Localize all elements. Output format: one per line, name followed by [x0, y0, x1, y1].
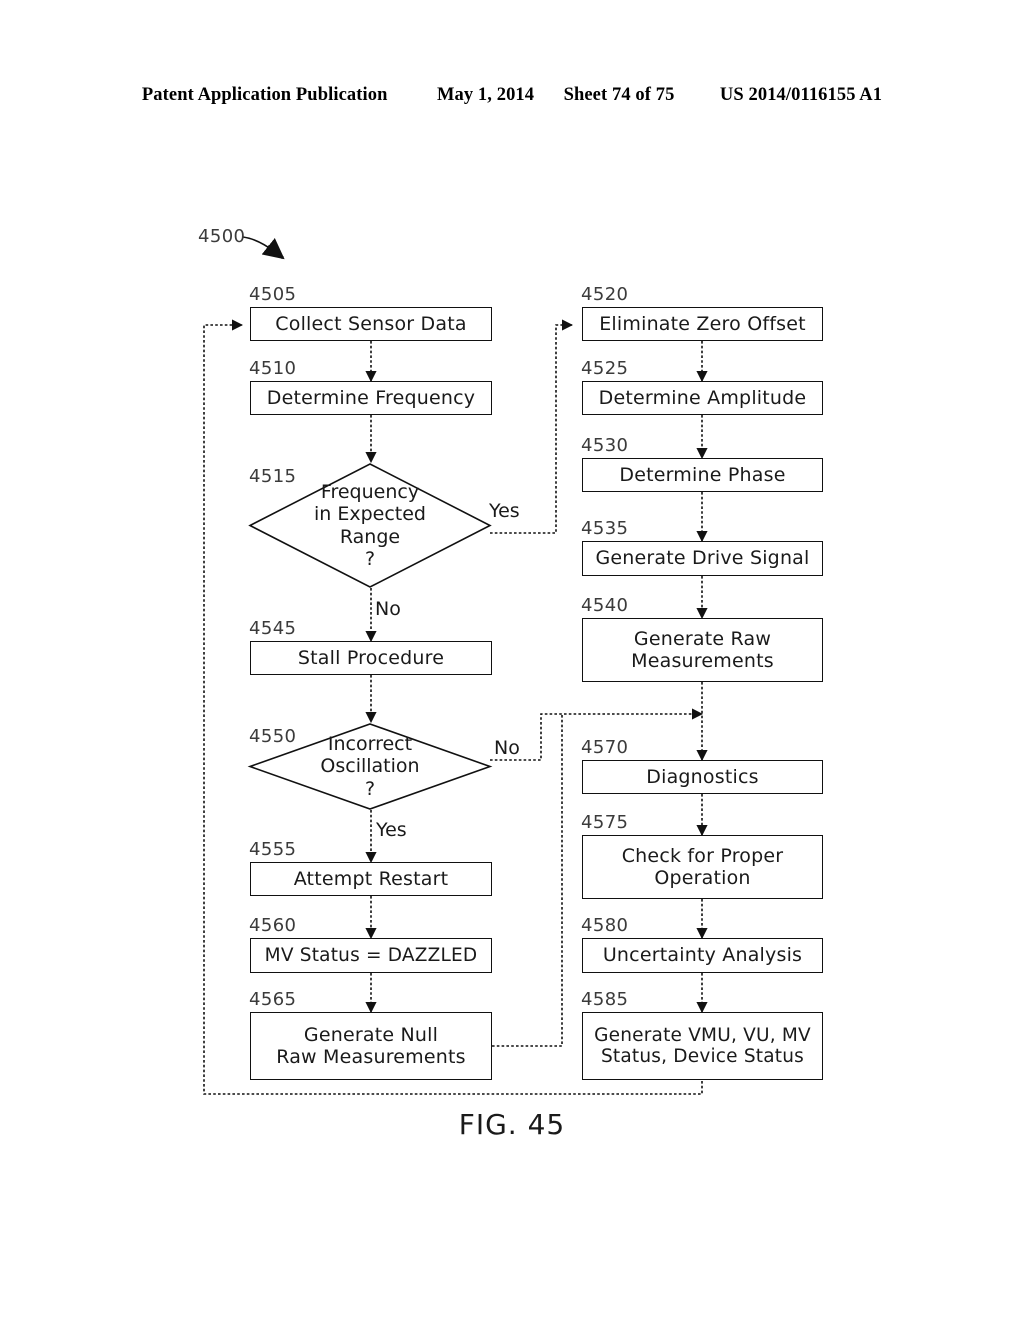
node-label: Eliminate Zero Offset	[599, 312, 806, 335]
decision-incorrect-oscillation[interactable]: Incorrect Oscillation ?	[247, 723, 493, 810]
ref-4520: 4520	[581, 284, 629, 305]
node-label: Collect Sensor Data	[275, 312, 467, 335]
ref-4555: 4555	[249, 839, 297, 860]
node-line-1: Check for Proper	[621, 844, 784, 867]
node-label: Determine Phase	[619, 463, 786, 486]
ref-4540: 4540	[581, 595, 629, 616]
node-collect-sensor-data[interactable]: Collect Sensor Data	[250, 307, 492, 341]
lead-line-4500	[242, 236, 276, 253]
ref-4545: 4545	[249, 618, 297, 639]
ref-4530: 4530	[581, 435, 629, 456]
node-attempt-restart[interactable]: Attempt Restart	[250, 862, 492, 896]
node-label: Generate Null Raw Measurements	[255, 1024, 487, 1068]
node-label: Generate Raw Measurements	[587, 628, 818, 672]
ref-4510: 4510	[249, 358, 297, 379]
edge-4565-to-4570-junction	[492, 714, 563, 1047]
edge-label-yes-4515: Yes	[489, 500, 520, 522]
node-stall-procedure[interactable]: Stall Procedure	[250, 641, 492, 675]
edge-label-yes-4550: Yes	[376, 819, 407, 841]
node-label: MV Status = DAZZLED	[264, 944, 478, 966]
node-generate-raw-measurements[interactable]: Generate Raw Measurements	[582, 618, 823, 682]
node-label: Stall Procedure	[297, 646, 445, 669]
ref-4570: 4570	[581, 737, 629, 758]
ref-4560: 4560	[249, 915, 297, 936]
node-eliminate-zero-offset[interactable]: Eliminate Zero Offset	[582, 307, 823, 341]
node-line-1: Generate Null	[303, 1023, 439, 1046]
edge-label-no-4550: No	[494, 737, 520, 759]
node-diagnostics[interactable]: Diagnostics	[582, 760, 823, 794]
node-label: Generate VMU, VU, MV Status, Device Stat…	[587, 1025, 818, 1068]
node-determine-phase[interactable]: Determine Phase	[582, 458, 823, 492]
node-label: Attempt Restart	[293, 867, 449, 890]
node-label: Uncertainty Analysis	[602, 944, 803, 967]
node-label: Generate Drive Signal	[595, 547, 810, 570]
node-generate-drive-signal[interactable]: Generate Drive Signal	[582, 541, 823, 576]
node-generate-null-raw-measurements[interactable]: Generate Null Raw Measurements	[250, 1012, 492, 1080]
decision-frequency-in-expected-range[interactable]: Frequency in Expected Range ?	[248, 463, 492, 588]
edge-label-no-4515: No	[375, 598, 401, 620]
node-check-for-proper-operation[interactable]: Check for Proper Operation	[582, 835, 823, 899]
figure-caption: FIG. 45	[458, 1108, 566, 1141]
ref-4505: 4505	[249, 284, 297, 305]
node-line-2: Status, Device Status	[600, 1046, 804, 1067]
ref-4525: 4525	[581, 358, 629, 379]
node-determine-amplitude[interactable]: Determine Amplitude	[582, 381, 823, 415]
ref-4500: 4500	[198, 226, 246, 247]
node-determine-frequency[interactable]: Determine Frequency	[250, 381, 492, 415]
node-line-2: Measurements	[631, 650, 774, 672]
diamond-shape	[248, 463, 492, 588]
node-line-2: Raw Measurements	[276, 1046, 466, 1068]
node-uncertainty-analysis[interactable]: Uncertainty Analysis	[582, 938, 823, 973]
node-generate-vmu-vu-mv-status[interactable]: Generate VMU, VU, MV Status, Device Stat…	[582, 1012, 823, 1080]
node-line-1: Generate VMU, VU, MV	[594, 1024, 811, 1046]
node-label: Determine Amplitude	[598, 386, 807, 409]
ref-4585: 4585	[581, 989, 629, 1010]
node-line-1: Generate Raw	[633, 627, 772, 650]
node-label: Check for Proper Operation	[587, 845, 818, 889]
node-line-2: Operation	[654, 867, 751, 889]
flowchart-figure: 4500 4505 Collect Sensor Data 4510 Deter…	[0, 0, 1024, 1320]
ref-4575: 4575	[581, 812, 629, 833]
node-label: Determine Frequency	[266, 386, 476, 409]
node-mv-status-dazzled[interactable]: MV Status = DAZZLED	[250, 938, 492, 973]
ref-4580: 4580	[581, 915, 629, 936]
ref-4565: 4565	[249, 989, 297, 1010]
ref-4535: 4535	[581, 518, 629, 539]
node-label: Diagnostics	[646, 765, 759, 788]
diamond-shape	[247, 723, 493, 810]
